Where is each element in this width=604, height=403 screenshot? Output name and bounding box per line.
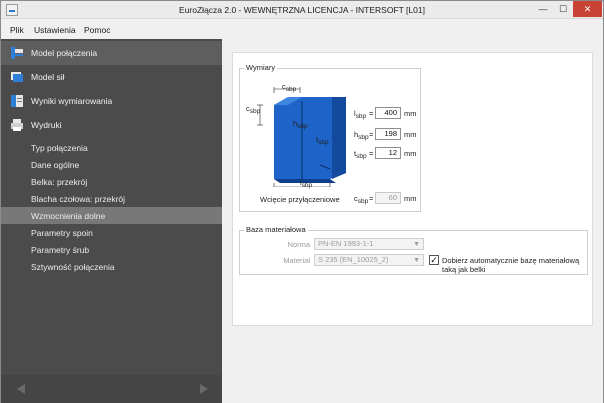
connection-model-icon [11, 47, 23, 59]
length-unit: mm [404, 109, 417, 118]
sidebar-subitem-weld-parameters[interactable]: Parametry spoin [1, 224, 222, 241]
sidebar-subitem-label: Wzmocnienia dolne [31, 211, 106, 221]
sidebar-subitem-bottom-reinforcements[interactable]: Wzmocnienia dolne [1, 207, 222, 224]
sidebar-subitem-label: Parametry śrub [31, 245, 90, 255]
sidebar-item-label: Model połączenia [31, 48, 98, 58]
menu-plik[interactable]: Plik [10, 25, 24, 35]
height-input[interactable]: 198 [375, 128, 401, 140]
sidebar-subitem-general-data[interactable]: Dane ogólne [1, 156, 222, 173]
menu-bar: Plik Ustawienia Pomoc [1, 20, 603, 39]
sidebar-item-label: Wyniki wymiarowania [31, 96, 113, 106]
sidebar-item-forces-model[interactable]: Model sił [1, 65, 222, 89]
diagram-label-t: tsbp [316, 135, 329, 146]
sidebar-subitem-connection-type[interactable]: Typ połączenia [1, 139, 222, 156]
auto-material-checkbox[interactable]: ✓ [429, 255, 439, 265]
sidebar-item-results[interactable]: Wyniki wymiarowania [1, 89, 222, 113]
forces-model-icon [11, 72, 23, 82]
auto-material-label: Dobierz automatycznie bazę materiałową t… [442, 256, 580, 274]
arrow-left-icon[interactable] [15, 383, 27, 395]
norm-label: Norma [287, 240, 310, 249]
diagram-label-c-top: csbp [282, 82, 297, 93]
material-group-title: Baza materiałowa [244, 225, 308, 234]
minimize-button[interactable]: — [533, 1, 553, 17]
window-title: EuroZłącza 2.0 - WEWNĘTRZNA LICENCJA - I… [179, 5, 425, 15]
height-equals: = [369, 130, 374, 139]
material-group: Baza materiałowa Norma PN-EN 1993-1-1 ▼ … [239, 225, 588, 275]
sidebar-subitem-beam-section[interactable]: Belka: przekrój [1, 173, 222, 190]
sidebar-subitem-label: Parametry spoin [31, 228, 93, 238]
length-equals: = [369, 109, 374, 118]
sidebar-subitem-label: Sztywność połączenia [31, 262, 115, 272]
sidebar-item-label: Model sił [31, 72, 65, 82]
cut-unit: mm [404, 194, 417, 203]
dimensions-group: Wymiary csbp csbp hsbp tsbp lsbp lsbp = … [239, 63, 421, 212]
thickness-input[interactable]: 12 [375, 147, 401, 159]
close-button[interactable]: ✕ [573, 1, 602, 17]
material-select: S 235 (EN_10025_2) ▼ [314, 254, 424, 266]
thickness-equals: = [369, 149, 374, 158]
arrow-right-icon[interactable] [198, 383, 210, 395]
results-icon [11, 95, 23, 107]
printer-icon [11, 119, 23, 131]
sidebar-item-connection-model[interactable]: Model połączenia [1, 41, 222, 65]
diagram-label-l: lsbp [300, 178, 313, 189]
reinforcement-diagram [257, 87, 346, 187]
diagram-label-c-side: csbp [246, 104, 261, 115]
height-unit: mm [404, 130, 417, 139]
diagram-label-h: hsbp [293, 119, 308, 130]
sidebar-item-label: Wydruki [31, 120, 62, 130]
sidebar-subitem-end-plate-section[interactable]: Blacha czołowa: przekrój [1, 190, 222, 207]
menu-ustawienia[interactable]: Ustawienia [34, 25, 76, 35]
maximize-button[interactable]: ☐ [553, 1, 573, 17]
sidebar-item-printouts[interactable]: Wydruki [1, 113, 222, 137]
sidebar-subitem-bolt-parameters[interactable]: Parametry śrub [1, 241, 222, 258]
chevron-down-icon: ▼ [413, 257, 420, 264]
sidebar: Model połączenia Model sił Wyniki wymiar… [1, 39, 222, 403]
menu-pomoc[interactable]: Pomoc [84, 25, 110, 35]
height-label: hsbp [354, 130, 369, 141]
length-input[interactable]: 400 [375, 107, 401, 119]
app-window: EuroZłącza 2.0 - WEWNĘTRZNA LICENCJA - I… [0, 0, 604, 403]
sidebar-subitem-label: Blacha czołowa: przekrój [31, 194, 126, 204]
cut-label: Wcięcie przyłączeniowe [260, 195, 340, 204]
material-label: Materiał [283, 256, 310, 265]
sidebar-footer [1, 375, 222, 403]
form-card: Wymiary csbp csbp hsbp tsbp lsbp lsbp = … [232, 52, 593, 326]
content-area: Wymiary csbp csbp hsbp tsbp lsbp lsbp = … [222, 39, 603, 403]
dimensions-group-title: Wymiary [244, 63, 278, 72]
thickness-label: tsbp [354, 149, 367, 160]
chevron-down-icon: ▼ [413, 241, 420, 248]
length-label: lsbp [354, 109, 367, 120]
cut-equals: = [369, 194, 374, 203]
sidebar-subitem-label: Typ połączenia [31, 143, 88, 153]
title-bar: EuroZłącza 2.0 - WEWNĘTRZNA LICENCJA - I… [1, 1, 603, 19]
cut-input: 60 [375, 192, 401, 204]
sidebar-subitem-label: Dane ogólne [31, 160, 80, 170]
norm-select: PN-EN 1993-1-1 ▼ [314, 238, 424, 250]
thickness-unit: mm [404, 149, 417, 158]
sidebar-subitem-label: Belka: przekrój [31, 177, 88, 187]
cut-symbol: csbp [354, 194, 369, 205]
sidebar-subitem-connection-stiffness[interactable]: Sztywność połączenia [1, 258, 222, 275]
